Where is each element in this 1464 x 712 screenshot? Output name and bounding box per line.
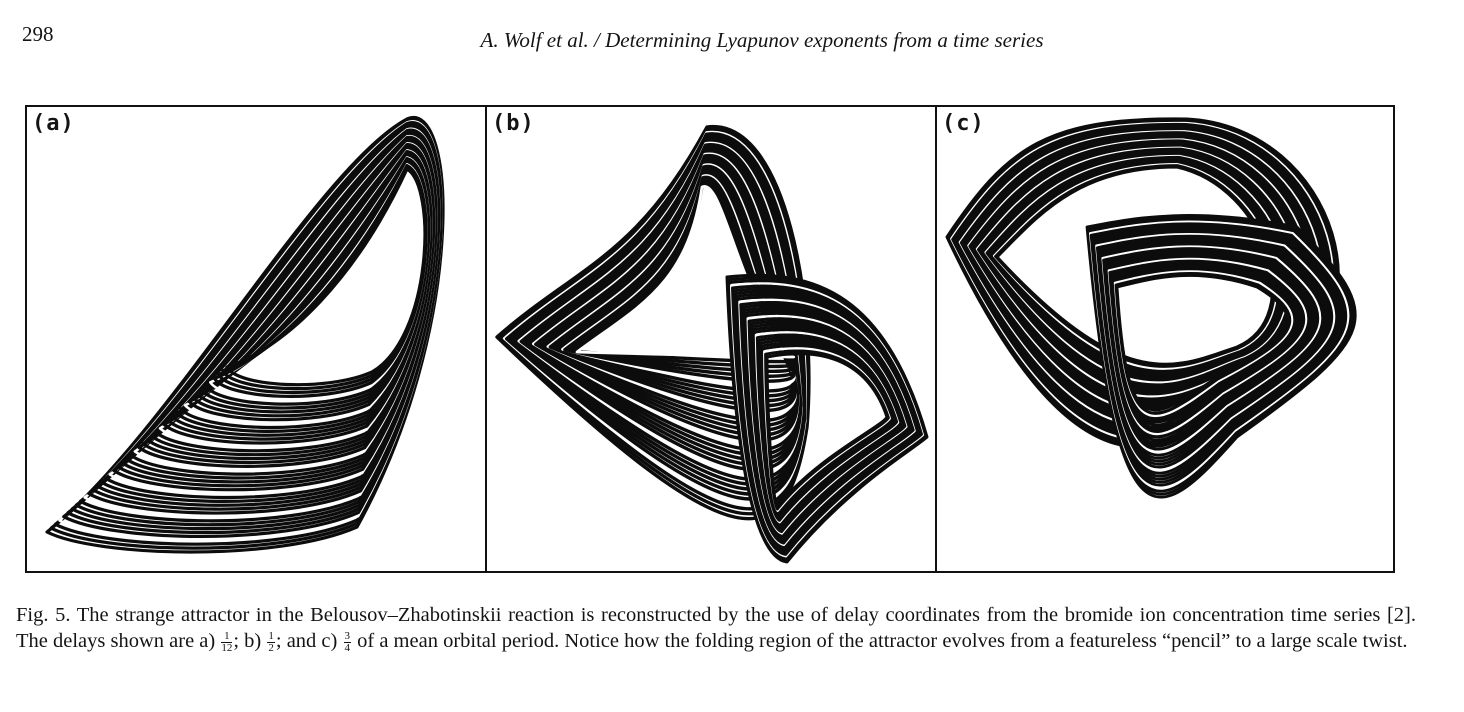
panel-label-b: (b) xyxy=(492,111,535,136)
panel-label-c: (c) xyxy=(942,111,985,136)
fraction-a: 1 12 xyxy=(221,629,233,654)
figure: (a) (b) (c) xyxy=(25,105,1395,573)
attractor-plot-b xyxy=(495,125,929,564)
fraction-b: 12 xyxy=(267,629,275,654)
panel-b: (b) xyxy=(485,107,935,571)
panel-label-a: (a) xyxy=(32,111,75,136)
caption-text-3: ; and c) xyxy=(275,630,338,652)
panel-c: (c) xyxy=(935,107,1393,571)
attractor-plot-c xyxy=(945,117,1357,499)
figure-caption: Fig. 5. The strange attractor in the Bel… xyxy=(16,602,1416,654)
attractor-plot-a xyxy=(45,115,445,554)
panel-a: (a) xyxy=(27,107,485,571)
running-header: A. Wolf et al. / Determining Lyapunov ex… xyxy=(480,28,1044,52)
caption-text-4: of a mean orbital period. Notice how the… xyxy=(357,630,1408,652)
caption-text-2: ; b) xyxy=(233,630,262,652)
fraction-c: 34 xyxy=(343,629,351,654)
